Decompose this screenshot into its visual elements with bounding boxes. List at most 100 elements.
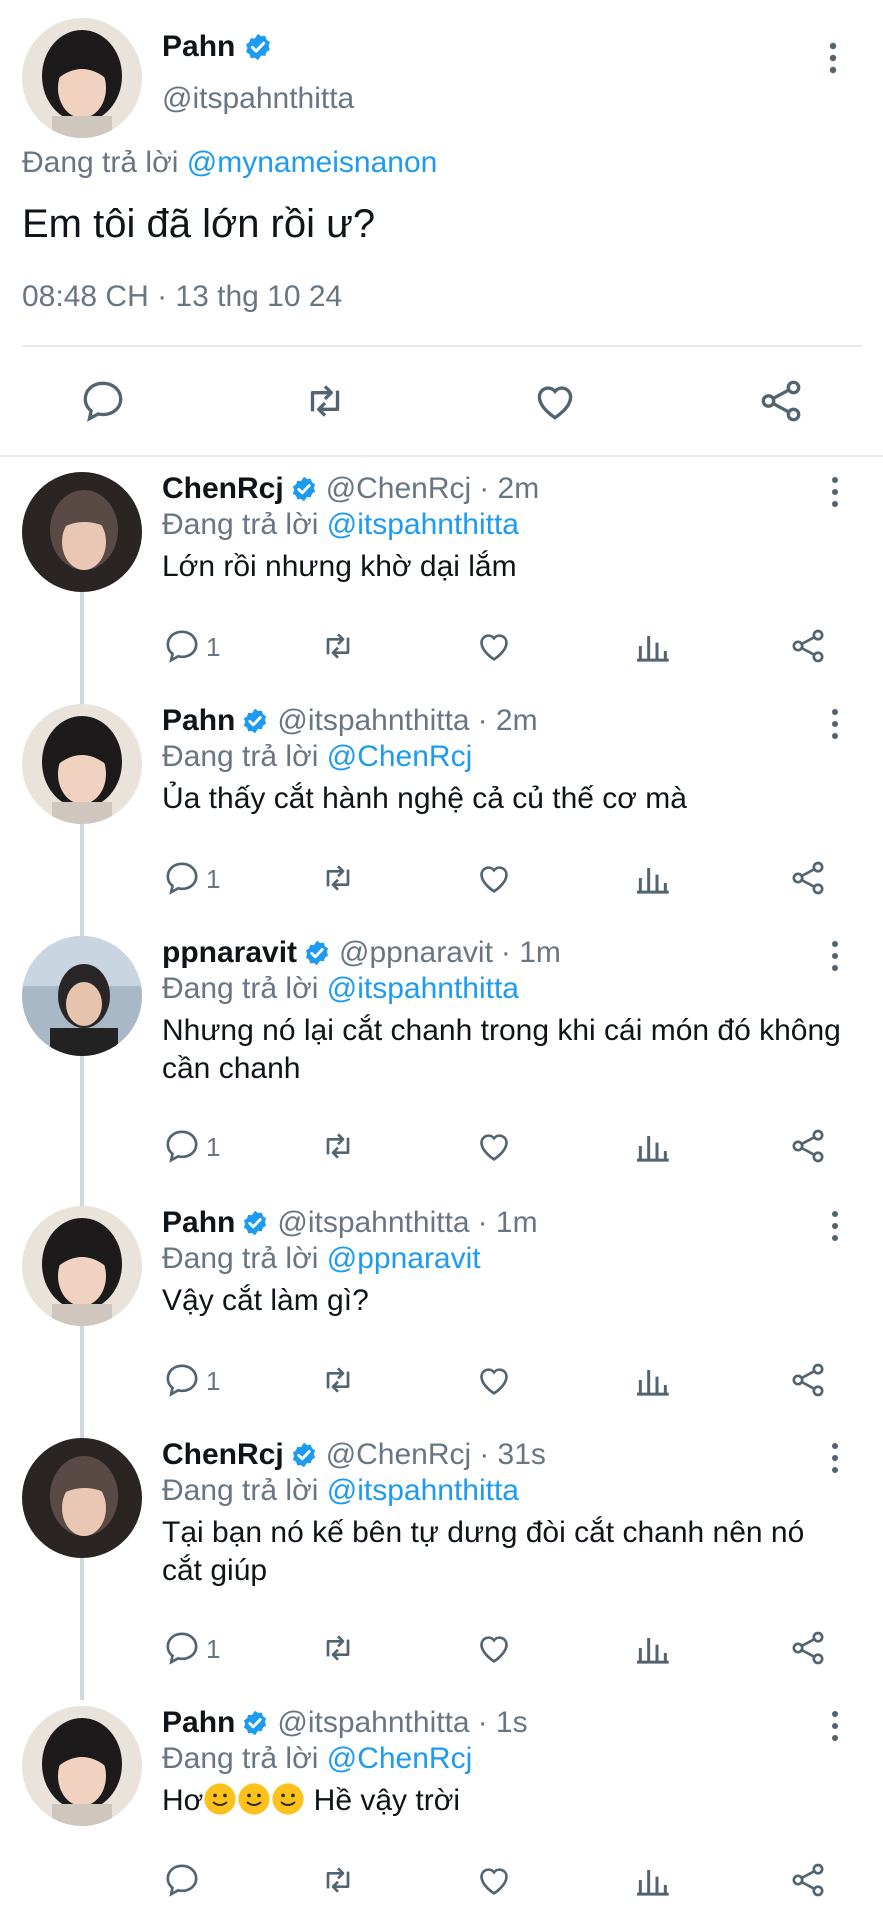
retweet-icon[interactable] bbox=[318, 858, 358, 898]
comment-icon[interactable] bbox=[162, 1126, 202, 1166]
avatar[interactable] bbox=[22, 472, 142, 592]
share-icon[interactable] bbox=[788, 858, 828, 898]
comment-icon[interactable] bbox=[162, 1628, 202, 1668]
analytics-icon[interactable] bbox=[632, 858, 672, 898]
reply-text: Vậy cắt làm gì? bbox=[162, 1284, 369, 1317]
avatar[interactable] bbox=[22, 1438, 142, 1558]
author-name[interactable]: ChenRcj bbox=[162, 1438, 284, 1472]
reply-text: Tại bạn nó kế bên tự dưng đòi cắt chanh … bbox=[162, 1516, 805, 1587]
author-handle[interactable]: @itspahnthitta bbox=[277, 1706, 469, 1740]
share-icon[interactable] bbox=[788, 1360, 828, 1400]
author-handle[interactable]: @itspahnthitta bbox=[277, 704, 469, 738]
mention-link[interactable]: @mynameisnanon bbox=[187, 146, 438, 179]
avatar[interactable] bbox=[22, 1706, 142, 1826]
share-icon[interactable] bbox=[788, 1126, 828, 1166]
like-icon[interactable] bbox=[474, 1628, 514, 1668]
post-time: · 31s bbox=[479, 1438, 546, 1471]
comment-icon[interactable] bbox=[162, 858, 202, 898]
verified-badge-icon bbox=[244, 1210, 267, 1236]
reply-count: 1 bbox=[206, 632, 221, 662]
author-name[interactable]: Pahn bbox=[162, 1206, 235, 1240]
analytics-icon[interactable] bbox=[632, 1860, 672, 1900]
slightly-smiling-face-icon bbox=[272, 1783, 304, 1815]
author-handle[interactable]: @itspahnthitta bbox=[162, 82, 354, 116]
reply-count: 1 bbox=[206, 1366, 221, 1396]
verified-badge-icon bbox=[292, 1442, 315, 1468]
author-name[interactable]: ChenRcj bbox=[162, 472, 284, 506]
more-options-icon[interactable] bbox=[820, 938, 850, 974]
like-icon[interactable] bbox=[474, 626, 514, 666]
reply-count: 1 bbox=[206, 864, 221, 894]
verified-badge-icon bbox=[292, 476, 315, 502]
more-options-icon[interactable] bbox=[820, 474, 850, 510]
share-icon[interactable] bbox=[788, 1860, 828, 1900]
reply-count: 1 bbox=[206, 1132, 221, 1162]
main-tweet: Pahn @itspahnthitta Đang trả lời @myname… bbox=[0, 0, 883, 455]
mention-link[interactable]: @itspahnthitta bbox=[327, 1474, 519, 1507]
author-handle[interactable]: @itspahnthitta bbox=[277, 1206, 469, 1240]
author-handle[interactable]: @ppnaravit bbox=[339, 936, 493, 970]
comment-icon[interactable] bbox=[162, 1360, 202, 1400]
author-name[interactable]: Pahn bbox=[162, 30, 273, 64]
verified-badge-icon bbox=[305, 940, 329, 966]
post-time: · 2m bbox=[477, 704, 538, 737]
mention-link[interactable]: @ppnaravit bbox=[327, 1242, 481, 1275]
author-name[interactable]: Pahn bbox=[162, 704, 235, 738]
like-icon[interactable] bbox=[474, 1360, 514, 1400]
avatar[interactable] bbox=[22, 18, 142, 138]
like-icon[interactable] bbox=[474, 1126, 514, 1166]
tweet-text: Em tôi đã lớn rồi ư? bbox=[22, 202, 376, 246]
retweet-icon[interactable] bbox=[318, 1126, 358, 1166]
analytics-icon[interactable] bbox=[632, 626, 672, 666]
replying-to: Đang trả lời @ppnaravit bbox=[162, 1242, 481, 1275]
replying-to: Đang trả lời @itspahnthitta bbox=[162, 1474, 519, 1507]
avatar[interactable] bbox=[22, 936, 142, 1056]
comment-icon[interactable] bbox=[162, 626, 202, 666]
more-options-icon[interactable] bbox=[820, 1208, 850, 1244]
share-icon[interactable] bbox=[788, 626, 828, 666]
divider bbox=[22, 345, 862, 347]
reply-header: ChenRcj @ChenRcj · 2m bbox=[162, 472, 539, 506]
share-icon[interactable] bbox=[756, 376, 806, 426]
avatar[interactable] bbox=[22, 1206, 142, 1326]
comment-icon[interactable] bbox=[162, 1860, 202, 1900]
post-time: · 1s bbox=[477, 1706, 528, 1739]
retweet-icon[interactable] bbox=[318, 1628, 358, 1668]
analytics-icon[interactable] bbox=[632, 1628, 672, 1668]
more-options-icon[interactable] bbox=[818, 38, 848, 78]
like-icon[interactable] bbox=[474, 858, 514, 898]
author-handle[interactable]: @ChenRcj bbox=[326, 472, 472, 506]
author-name[interactable]: Pahn bbox=[162, 1706, 235, 1740]
like-icon[interactable] bbox=[474, 1860, 514, 1900]
reply-header: Pahn @itspahnthitta · 2m bbox=[162, 704, 538, 738]
more-options-icon[interactable] bbox=[820, 706, 850, 742]
mention-link[interactable]: @itspahnthitta bbox=[327, 508, 519, 541]
share-icon[interactable] bbox=[788, 1628, 828, 1668]
retweet-icon[interactable] bbox=[318, 626, 358, 666]
mention-link[interactable]: @itspahnthitta bbox=[327, 972, 519, 1005]
slightly-smiling-face-icon bbox=[238, 1783, 270, 1815]
more-options-icon[interactable] bbox=[820, 1440, 850, 1476]
post-time: · 1m bbox=[500, 936, 561, 969]
section-divider bbox=[0, 455, 883, 457]
tweet-timestamp: 08:48 CH · 13 thg 10 24 bbox=[22, 280, 343, 313]
reply-text: Hơ Hề vậy trời bbox=[162, 1783, 461, 1817]
reply-header: ChenRcj @ChenRcj · 31s bbox=[162, 1438, 546, 1472]
author-name[interactable]: ppnaravit bbox=[162, 936, 297, 970]
mention-link[interactable]: @ChenRcj bbox=[327, 1742, 473, 1775]
mention-link[interactable]: @ChenRcj bbox=[327, 740, 473, 773]
analytics-icon[interactable] bbox=[632, 1126, 672, 1166]
retweet-icon[interactable] bbox=[318, 1360, 358, 1400]
replying-to: Đang trả lời @ChenRcj bbox=[162, 740, 473, 773]
analytics-icon[interactable] bbox=[632, 1360, 672, 1400]
like-icon[interactable] bbox=[530, 376, 580, 426]
more-options-icon[interactable] bbox=[820, 1708, 850, 1744]
author-handle[interactable]: @ChenRcj bbox=[326, 1438, 472, 1472]
avatar[interactable] bbox=[22, 704, 142, 824]
retweet-icon[interactable] bbox=[318, 1860, 358, 1900]
post-time: · 1m bbox=[477, 1206, 538, 1239]
reply-header: Pahn @itspahnthitta · 1m bbox=[162, 1206, 538, 1240]
comment-icon[interactable] bbox=[78, 376, 128, 426]
reply-header: ppnaravit @ppnaravit · 1m bbox=[162, 936, 561, 970]
retweet-icon[interactable] bbox=[300, 376, 350, 426]
